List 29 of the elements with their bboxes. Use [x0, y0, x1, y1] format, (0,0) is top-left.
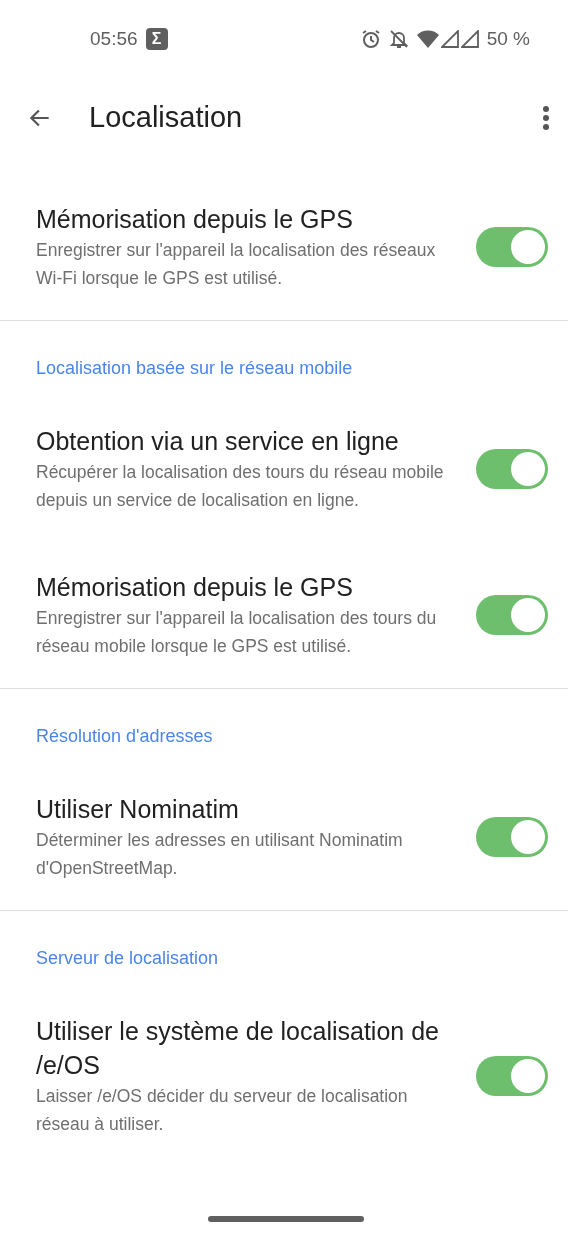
signal-icon	[440, 30, 459, 48]
more-options-icon[interactable]	[542, 105, 550, 131]
bell-off-icon	[388, 29, 409, 49]
section-header: Localisation basée sur le réseau mobile	[35, 357, 354, 380]
battery-level: 50 %	[486, 26, 530, 51]
section-header: Serveur de localisation	[35, 947, 220, 970]
alarm-icon	[360, 29, 381, 49]
wifi-icon	[416, 30, 439, 48]
toggle-switch[interactable]	[476, 449, 548, 489]
toggle-switch[interactable]	[476, 817, 548, 857]
toggle-switch[interactable]	[476, 1056, 548, 1096]
notification-badge: Σ	[145, 28, 168, 50]
toggle-switch[interactable]	[476, 227, 548, 267]
setting-title: Obtention via un service en ligne	[36, 426, 400, 457]
setting-summary: Déterminer les adresses en utilisant Nominatim d'OpenStreetMap.	[36, 829, 404, 880]
home-indicator[interactable]	[208, 1216, 364, 1222]
page-title: Localisation	[89, 100, 243, 136]
setting-summary: Récupérer la localisation des tours du réseau mobile depuis un service de localisation en ligne.	[36, 461, 445, 512]
setting-title: Mémorisation depuis le GPS	[36, 204, 354, 235]
status-time: 05:56	[90, 26, 138, 51]
setting-summary: Enregistrer sur l'appareil la localisation des tours du réseau mobile lorsque le GPS est utilisé.	[36, 607, 438, 658]
setting-title: Mémorisation depuis le GPS	[36, 572, 354, 603]
setting-title: Utiliser Nominatim	[36, 794, 240, 825]
section-header: Résolution d'adresses	[35, 725, 214, 748]
toggle-switch[interactable]	[476, 595, 548, 635]
signal-icon	[460, 30, 479, 48]
setting-summary: Enregistrer sur l'appareil la localisation des réseaux Wi-Fi lorsque le GPS est utilisé.	[36, 239, 437, 290]
setting-title: Utiliser le système de localisation de /e/OS	[36, 1016, 440, 1081]
setting-summary: Laisser /e/OS décider du serveur de localisation réseau à utiliser.	[36, 1085, 409, 1136]
